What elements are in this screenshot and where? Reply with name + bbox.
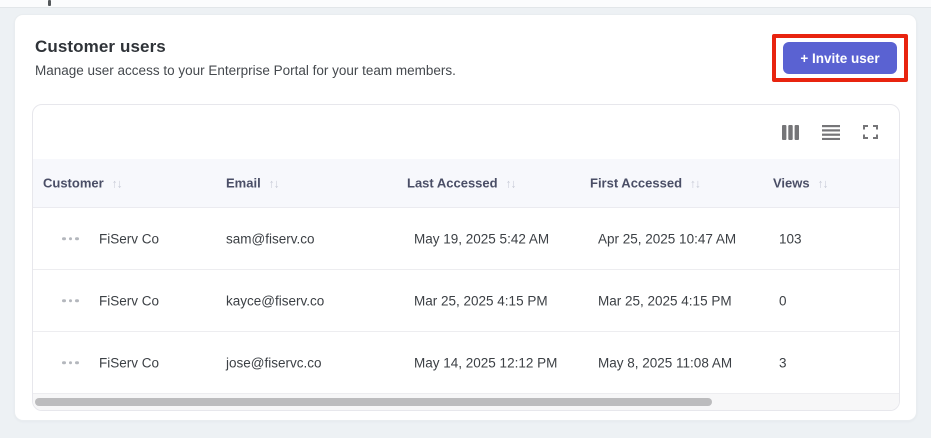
customer-users-card: Customer users Manage user access to you… xyxy=(14,14,917,421)
invite-user-button[interactable]: + Invite user xyxy=(783,42,897,74)
customer-users-page: Customer users Manage user access to you… xyxy=(0,0,931,438)
row-menu-ellipsis-icon[interactable] xyxy=(60,357,81,369)
density-icon[interactable] xyxy=(822,124,840,140)
row-menu-ellipsis-icon[interactable] xyxy=(60,295,81,307)
page-title: Customer users xyxy=(35,37,166,56)
cell-first-accessed: Apr 25, 2025 10:47 AM xyxy=(598,231,737,246)
cell-last-accessed: May 14, 2025 12:12 PM xyxy=(414,355,558,370)
row-menu-ellipsis-icon[interactable] xyxy=(60,233,81,245)
cell-first-accessed: Mar 25, 2025 4:15 PM xyxy=(598,293,732,308)
cell-last-accessed: May 19, 2025 5:42 AM xyxy=(414,231,550,246)
cell-customer: FiServ Co xyxy=(99,231,160,246)
column-label: First Accessed xyxy=(590,175,683,191)
sort-icon[interactable]: ↑↓ xyxy=(269,177,280,189)
horizontal-scrollbar[interactable] xyxy=(33,394,899,410)
column-header-email[interactable]: Email ↑↓ xyxy=(226,175,280,191)
column-header-last-accessed[interactable]: Last Accessed ↑↓ xyxy=(407,175,517,191)
column-label: Last Accessed xyxy=(407,175,498,191)
cell-views: 3 xyxy=(779,355,787,370)
table-row: FiServ Co kayce@fiserv.co Mar 25, 2025 4… xyxy=(33,270,899,332)
cell-last-accessed: Mar 25, 2025 4:15 PM xyxy=(414,293,548,308)
fullscreen-icon[interactable] xyxy=(863,125,878,139)
cell-customer: FiServ Co xyxy=(99,355,160,370)
cell-first-accessed: May 8, 2025 11:08 AM xyxy=(598,355,733,370)
column-label: Email xyxy=(226,175,261,191)
table-row: FiServ Co sam@fiserv.co May 19, 2025 5:4… xyxy=(33,208,899,270)
column-label: Customer xyxy=(43,175,104,191)
cell-email: kayce@fiserv.co xyxy=(226,293,325,308)
table-toolbar xyxy=(33,105,899,159)
column-label: Views xyxy=(773,175,810,191)
sort-icon[interactable]: ↑↓ xyxy=(818,177,829,189)
scrollbar-thumb[interactable] xyxy=(35,398,712,406)
top-bar xyxy=(0,0,931,8)
cell-views: 0 xyxy=(779,293,787,308)
column-header-customer[interactable]: Customer ↑↓ xyxy=(43,175,123,191)
sort-icon[interactable]: ↑↓ xyxy=(690,177,701,189)
cell-email: jose@fiservc.co xyxy=(226,355,322,370)
table-row: FiServ Co jose@fiservc.co May 14, 2025 1… xyxy=(33,332,899,394)
page-subtitle: Manage user access to your Enterprise Po… xyxy=(35,63,456,78)
users-table: Customer ↑↓ Email ↑↓ Last Accessed ↑↓ Fi… xyxy=(32,104,900,411)
column-header-first-accessed[interactable]: First Accessed ↑↓ xyxy=(590,175,701,191)
sort-icon[interactable]: ↑↓ xyxy=(112,177,123,189)
cell-email: sam@fiserv.co xyxy=(226,231,315,246)
sort-icon[interactable]: ↑↓ xyxy=(506,177,517,189)
cell-customer: FiServ Co xyxy=(99,293,160,308)
cell-views: 103 xyxy=(779,231,802,246)
cropped-ui-artifact xyxy=(48,0,51,6)
column-header-views[interactable]: Views ↑↓ xyxy=(773,175,829,191)
columns-icon[interactable] xyxy=(782,124,799,140)
table-header-row: Customer ↑↓ Email ↑↓ Last Accessed ↑↓ Fi… xyxy=(33,159,899,208)
